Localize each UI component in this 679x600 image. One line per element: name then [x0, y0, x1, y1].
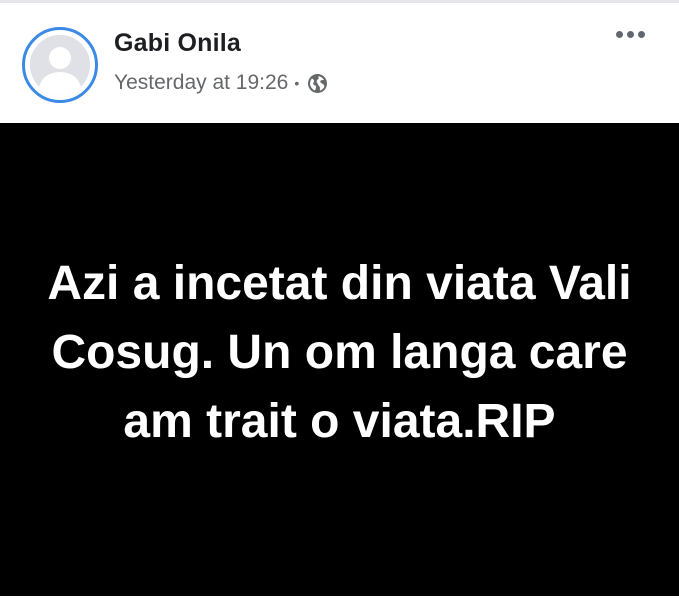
post-image[interactable]: Azi a incetat din viata Vali Cosug. Un o… [0, 123, 679, 596]
more-dot [627, 31, 634, 38]
divider [0, 596, 679, 600]
post-header: Gabi Onila Yesterday at 19:26 • [0, 3, 679, 123]
meta-separator: • [294, 75, 300, 91]
more-options-icon[interactable] [616, 31, 645, 38]
post-meta: Yesterday at 19:26 • [114, 71, 328, 95]
post-timestamp[interactable]: Yesterday at 19:26 [114, 71, 288, 95]
post-image-text: Azi a incetat din viata Vali Cosug. Un o… [47, 257, 632, 448]
author-name[interactable]: Gabi Onila [114, 29, 241, 58]
avatar[interactable] [22, 27, 98, 103]
default-profile-icon [30, 35, 90, 95]
facebook-post: Gabi Onila Yesterday at 19:26 • Azi a in… [0, 0, 679, 600]
more-dot [638, 31, 645, 38]
globe-icon[interactable] [307, 73, 328, 94]
more-dot [616, 31, 623, 38]
